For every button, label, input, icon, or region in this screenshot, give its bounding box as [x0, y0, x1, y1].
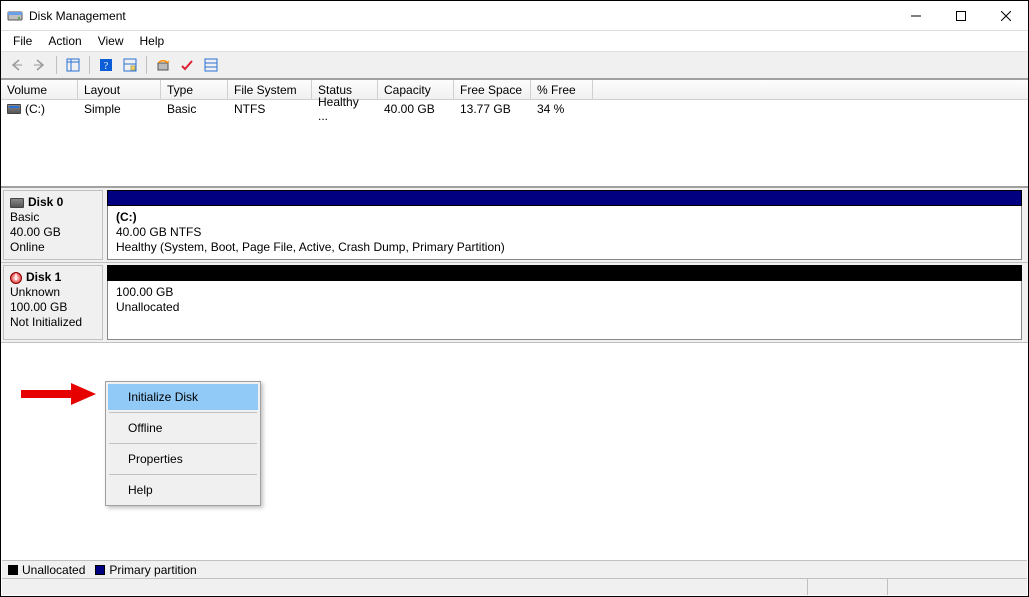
window-controls [893, 1, 1028, 30]
toolbar-separator [89, 56, 90, 74]
drive-icon [10, 198, 24, 208]
swatch-primary [95, 565, 105, 575]
disk-volume-line1: 40.00 GB NTFS [116, 225, 1013, 240]
disk-volume-content: (C:) 40.00 GB NTFS Healthy (System, Boot… [107, 206, 1022, 260]
col-header-filesystem[interactable]: File System [228, 80, 312, 100]
swatch-unallocated [8, 565, 18, 575]
disk-volume-area[interactable]: (C:) 40.00 GB NTFS Healthy (System, Boot… [107, 190, 1022, 260]
context-menu: Initialize Disk Offline Properties Help [105, 381, 261, 506]
disk-info-panel[interactable]: ! Disk 1 Unknown 100.00 GB Not Initialize… [3, 265, 103, 340]
maximize-button[interactable] [938, 1, 983, 30]
volume-capacity: 40.00 GB [378, 100, 454, 118]
status-segment [807, 579, 887, 595]
volume-list-pane: Volume Layout Type File System Status Ca… [1, 79, 1028, 186]
settings-view-icon[interactable] [119, 54, 141, 76]
col-header-filler [593, 80, 1028, 100]
legend-label: Unallocated [22, 563, 85, 577]
properties-view-icon[interactable] [200, 54, 222, 76]
disk-name: Disk 0 [28, 195, 63, 210]
disk-volume-content: 100.00 GB Unallocated [107, 281, 1022, 340]
nav-forward-icon[interactable] [29, 54, 51, 76]
volume-name-cell: (C:) [1, 100, 78, 118]
disk-bar-unallocated [107, 265, 1022, 281]
app-icon [7, 8, 23, 24]
disk-type: Unknown [10, 285, 96, 300]
disk-row: ! Disk 1 Unknown 100.00 GB Not Initialize… [1, 263, 1028, 343]
ctx-help[interactable]: Help [108, 477, 258, 503]
disk-state: Not Initialized [10, 315, 96, 330]
disk-volume-area[interactable]: 100.00 GB Unallocated [107, 265, 1022, 340]
disk-row: Disk 0 Basic 40.00 GB Online (C:) 40.00 … [1, 188, 1028, 263]
drive-icon [7, 104, 21, 114]
volume-free: 13.77 GB [454, 100, 531, 118]
toolbar-separator [56, 56, 57, 74]
legend-label: Primary partition [109, 563, 196, 577]
minimize-button[interactable] [893, 1, 938, 30]
volume-layout: Simple [78, 100, 161, 118]
close-button[interactable] [983, 1, 1028, 30]
nav-back-icon[interactable] [5, 54, 27, 76]
help-icon[interactable]: ? [95, 54, 117, 76]
svg-text:?: ? [104, 61, 109, 72]
status-segment [2, 579, 807, 595]
refresh-icon[interactable] [152, 54, 174, 76]
disk-volume-line2: Unallocated [116, 300, 1013, 315]
menu-bar: File Action View Help [1, 31, 1028, 51]
annotation-arrow-icon [21, 383, 96, 405]
ctx-separator [109, 474, 257, 475]
disk-name: Disk 1 [26, 270, 61, 285]
disk-volume-line2: Healthy (System, Boot, Page File, Active… [116, 240, 1013, 255]
volume-name: (C:) [25, 102, 45, 116]
menu-file[interactable]: File [5, 32, 40, 50]
volume-type: Basic [161, 100, 228, 118]
legend-unallocated: Unallocated [8, 563, 85, 577]
disk-graphics-pane: Disk 0 Basic 40.00 GB Online (C:) 40.00 … [1, 186, 1028, 343]
menu-view[interactable]: View [90, 32, 132, 50]
col-header-type[interactable]: Type [161, 80, 228, 100]
legend-primary: Primary partition [95, 563, 196, 577]
col-header-capacity[interactable]: Capacity [378, 80, 454, 100]
disk-state: Online [10, 240, 96, 255]
disk-size: 100.00 GB [10, 300, 96, 315]
col-header-pctfree[interactable]: % Free [531, 80, 593, 100]
menu-help[interactable]: Help [132, 32, 173, 50]
disk-size: 40.00 GB [10, 225, 96, 240]
status-segment [887, 579, 1027, 595]
legend-bar: Unallocated Primary partition [2, 560, 1027, 578]
volume-row[interactable]: (C:) Simple Basic NTFS Healthy ... 40.00… [1, 100, 1028, 118]
volume-list-empty [1, 118, 1028, 186]
ctx-initialize-disk[interactable]: Initialize Disk [108, 384, 258, 410]
col-header-freespace[interactable]: Free Space [454, 80, 531, 100]
disk-bar-primary [107, 190, 1022, 206]
menu-action[interactable]: Action [40, 32, 89, 50]
disk-info-panel[interactable]: Disk 0 Basic 40.00 GB Online [3, 190, 103, 260]
volume-list-header: Volume Layout Type File System Status Ca… [1, 80, 1028, 100]
volume-fs: NTFS [228, 100, 312, 118]
volume-status: Healthy ... [312, 93, 378, 125]
toolbar-separator [146, 56, 147, 74]
title-bar: Disk Management [1, 1, 1028, 31]
ctx-offline[interactable]: Offline [108, 415, 258, 441]
disk-type: Basic [10, 210, 96, 225]
window-title: Disk Management [29, 9, 893, 23]
disk-volume-title: (C:) [116, 210, 1013, 225]
ctx-properties[interactable]: Properties [108, 446, 258, 472]
status-bar [2, 578, 1027, 595]
ctx-separator [109, 443, 257, 444]
toolbar: ? [1, 51, 1028, 79]
col-header-layout[interactable]: Layout [78, 80, 161, 100]
volume-pct: 34 % [531, 100, 593, 118]
disk-volume-line1: 100.00 GB [116, 285, 1013, 300]
apply-check-icon[interactable] [176, 54, 198, 76]
warning-icon: ! [10, 272, 22, 284]
ctx-separator [109, 412, 257, 413]
show-hide-tree-icon[interactable] [62, 54, 84, 76]
col-header-volume[interactable]: Volume [1, 80, 78, 100]
